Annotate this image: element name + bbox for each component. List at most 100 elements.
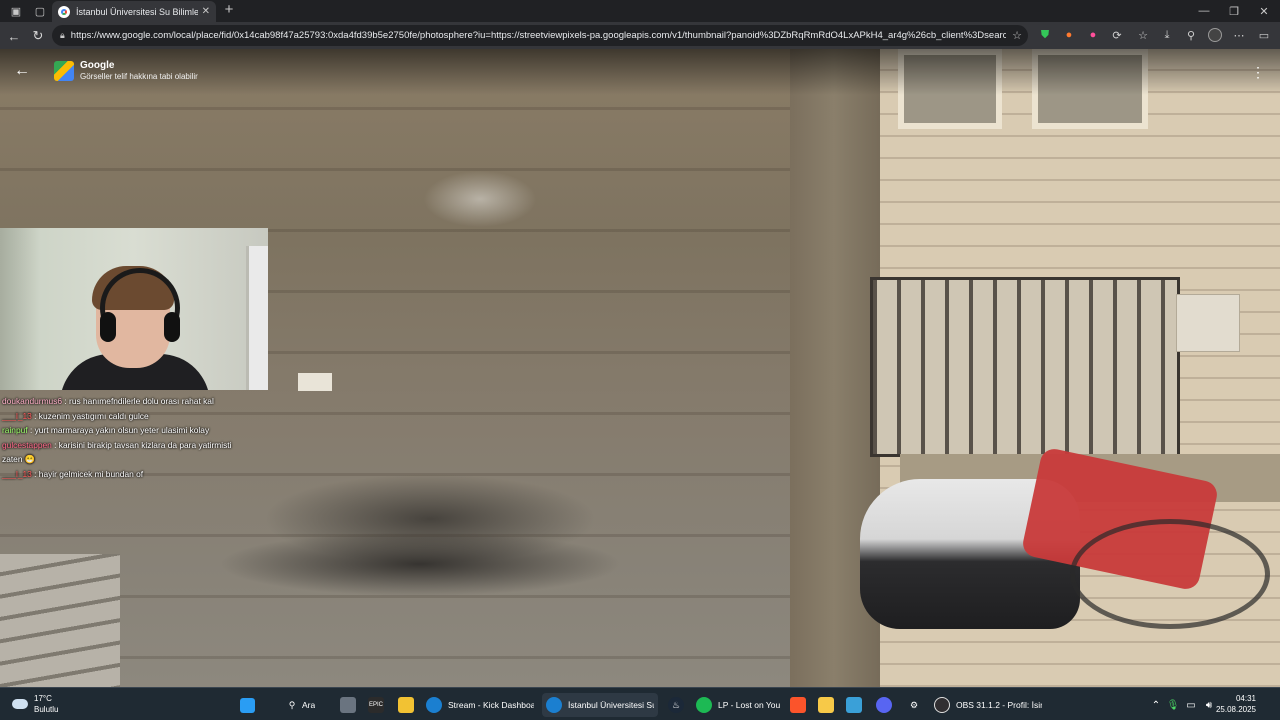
new-tab-button[interactable]: + — [220, 1, 238, 18]
vertical-tabs-icon[interactable]: ▢ — [29, 0, 51, 22]
network-icon[interactable]: ▭ — [1182, 700, 1200, 711]
chat-username: doukandurmus6 — [2, 396, 63, 406]
profile-avatar[interactable] — [1205, 25, 1225, 45]
store-icon — [398, 697, 414, 713]
restore-button[interactable]: ❐ — [1218, 0, 1250, 22]
back-button[interactable]: ← — [2, 24, 26, 48]
taskbar-app-istanbul-browser[interactable]: İstanbul Üniversitesi Su — [542, 693, 658, 717]
windows-taskbar: 17°C Bulutlu ⚲ Ara EPIC Stream - Kick Da… — [0, 687, 1280, 720]
chat-message: ___l_13 : hayir gelmicek mi bundan of — [2, 467, 234, 482]
favorites-icon[interactable]: ☆ — [1133, 25, 1153, 45]
edge-icon — [426, 697, 442, 713]
system-tray: ⌃ 🎙︎ ▭ 🔊︎ — [1148, 693, 1218, 717]
close-window-button[interactable]: ✕ — [1248, 0, 1280, 22]
clock-date: 25.08.2025 — [1215, 705, 1256, 714]
chat-username: rainpuf — [2, 425, 28, 435]
monitor-icon — [846, 697, 862, 713]
close-tab-icon[interactable]: ✕ — [202, 6, 210, 17]
cloud-icon — [12, 699, 28, 709]
discord-button[interactable] — [872, 693, 902, 717]
extension-pink-icon[interactable]: ● — [1083, 25, 1103, 45]
wall-vent — [298, 373, 332, 391]
taskbar-search[interactable]: ⚲ Ara — [280, 693, 319, 717]
downloads-icon[interactable]: ⤓ — [1157, 25, 1177, 45]
obs-icon — [934, 697, 950, 713]
webcam-overlay — [0, 228, 268, 390]
chat-username: ___l_13 — [2, 468, 32, 479]
workspaces-icon[interactable]: ▣ — [5, 0, 27, 22]
taskbar-app-label: LP - Lost on You — [718, 700, 780, 710]
chat-message: ___l_13 : kuzenim yastıgımı caldı gulce — [2, 409, 234, 424]
epic-games-button[interactable]: EPIC — [364, 693, 394, 717]
steam-icon: ♨ — [668, 697, 684, 713]
extension-orange-icon[interactable]: ● — [1059, 25, 1079, 45]
search-label: Ara — [302, 700, 316, 710]
taskbar-app-obs[interactable]: OBS 31.1.2 - Profil: İsimsi — [930, 693, 1046, 717]
chat-text: : kuzenim yastıgımı caldı gulce — [34, 410, 149, 421]
weather-desc: Bulutlu — [34, 705, 59, 714]
brand-title: Google — [80, 60, 115, 71]
chat-message: rainpuf : yurt marmaraya yakın olsun yet… — [2, 423, 234, 438]
task-view-icon — [340, 697, 356, 713]
wall-plaque — [1176, 294, 1240, 352]
window-grill — [870, 277, 1180, 457]
google-maps-logo-icon — [54, 61, 74, 81]
back-arrow-icon[interactable]: ← — [10, 59, 34, 83]
google-favicon-icon — [58, 5, 70, 18]
bookmark-star-icon[interactable]: ☆ — [1006, 29, 1028, 42]
refresh-extension-icon[interactable]: ⟳ — [1107, 25, 1127, 45]
more-options-icon[interactable]: ⋮ — [1248, 62, 1268, 82]
spotify-icon — [696, 697, 712, 713]
extensions-icon[interactable]: ⚲ — [1181, 25, 1201, 45]
active-tab[interactable]: İstanbul Üniversitesi Su Bilimleri F ✕ — [52, 1, 216, 22]
headphone-left-cup — [100, 312, 116, 342]
system-clock[interactable]: 04:31 25.08.2025 — [1216, 693, 1256, 715]
chat-message: gulcestappen : karisini birakip tavsan k… — [2, 438, 234, 467]
browser-tab-bar: ▣ ▢ İstanbul Üniversitesi Su Bilimleri F… — [0, 0, 1280, 22]
edge-icon — [546, 697, 562, 713]
tab-title: İstanbul Üniversitesi Su Bilimleri F — [76, 6, 198, 17]
remote-desktop-button[interactable] — [842, 693, 872, 717]
stone-stairs — [0, 554, 120, 687]
chevron-up-icon[interactable]: ⌃ — [1148, 700, 1164, 711]
start-button[interactable] — [236, 693, 265, 717]
sidebar-toggle-icon[interactable]: ▭ — [1254, 25, 1274, 45]
windows-logo-icon — [240, 697, 255, 713]
brave-icon — [790, 697, 806, 713]
steam-button[interactable]: ♨ — [664, 693, 694, 717]
chat-text: : yurt marmaraya yakın olsun yeter ulasi… — [29, 425, 210, 435]
minimize-button[interactable]: — — [1188, 0, 1220, 22]
chat-username: gulcestappen — [2, 439, 52, 450]
address-bar[interactable]: 🔒︎ https://www.google.com/local/place/fi… — [52, 25, 1028, 46]
task-view-button[interactable] — [336, 693, 366, 717]
taskbar-app-label: Stream - Kick Dashboar — [448, 700, 534, 710]
discord-icon — [876, 697, 892, 713]
webcam-door — [246, 246, 268, 390]
epic-games-icon: EPIC — [368, 697, 384, 713]
folder-icon — [818, 697, 834, 713]
chat-text: : hayir gelmicek mi bundan of — [34, 468, 144, 479]
headphone-right-cup — [164, 312, 180, 342]
chat-text: : rus hanımefndilerle dolu orası rahat k… — [64, 396, 214, 406]
webcam-shadow — [0, 228, 40, 390]
brave-button[interactable] — [786, 693, 816, 717]
settings-button[interactable]: ⚙ — [902, 693, 932, 717]
street-view-header: ← Google Görseller telif hakkına tabi ol… — [0, 49, 1280, 95]
reload-button[interactable]: ↻ — [26, 24, 50, 48]
gear-icon: ⚙ — [909, 699, 919, 710]
site-info-icon[interactable]: 🔒︎ — [60, 30, 65, 41]
weather-widget[interactable]: 17°C Bulutlu — [12, 693, 58, 715]
taskbar-app-kick-dashboard[interactable]: Stream - Kick Dashboar — [422, 693, 538, 717]
taskbar-app-spotify[interactable]: LP - Lost on You — [692, 693, 784, 717]
microphone-icon[interactable]: 🎙︎ — [1164, 700, 1182, 711]
copyright-notice: Görseller telif hakkına tabi olabilir — [80, 72, 198, 81]
store-button[interactable] — [394, 693, 424, 717]
search-icon: ⚲ — [288, 699, 296, 710]
more-menu-icon[interactable]: ⋯ — [1229, 25, 1249, 45]
taskbar-app-label: İstanbul Üniversitesi Su — [568, 700, 654, 710]
shield-extension-icon[interactable]: ⛊ — [1035, 25, 1055, 45]
chat-username: ___l_13 — [2, 410, 32, 421]
file-explorer-button[interactable] — [814, 693, 844, 717]
url-text[interactable]: https://www.google.com/local/place/fid/0… — [71, 30, 1006, 41]
chat-message: doukandurmus6 : rus hanımefndilerle dolu… — [2, 394, 234, 409]
